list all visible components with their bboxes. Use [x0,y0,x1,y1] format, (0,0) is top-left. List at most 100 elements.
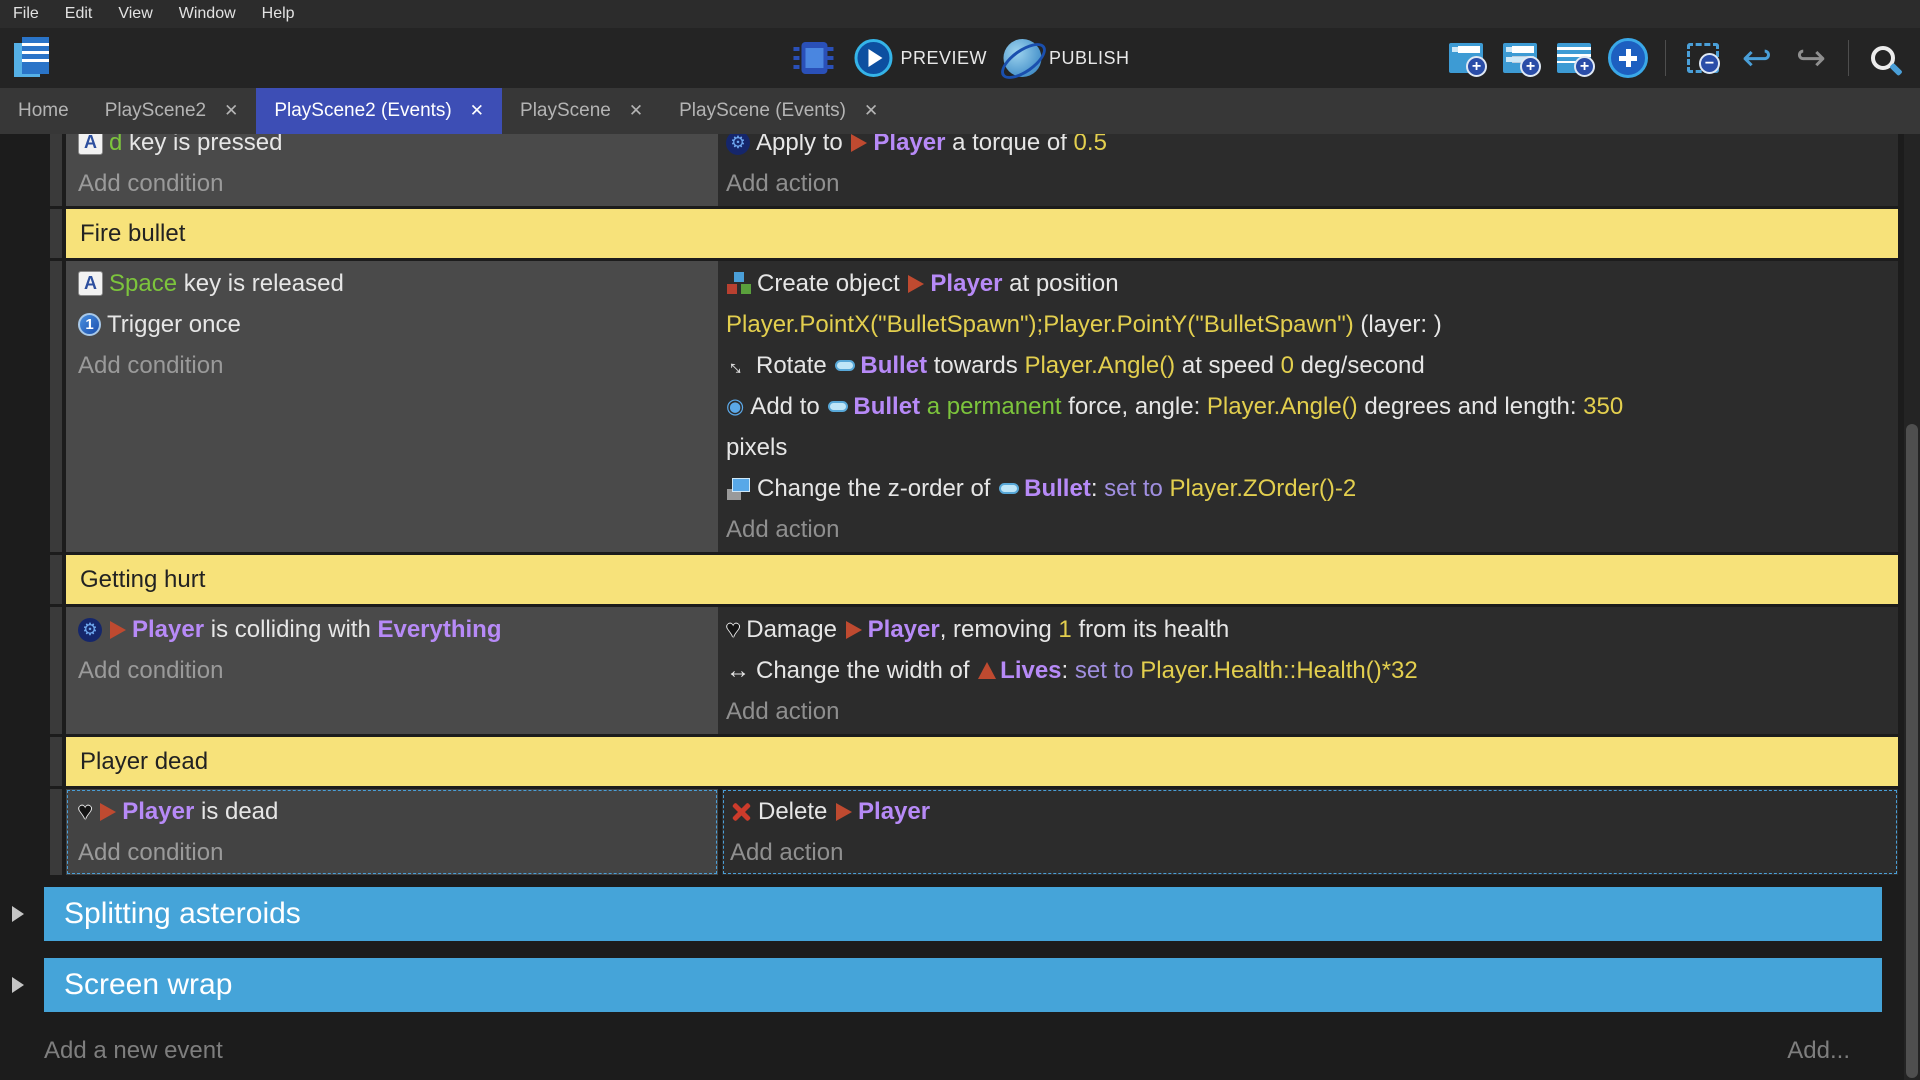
action-line[interactable]: Delete Player [730,791,1890,832]
add-action-button[interactable]: Add action [726,163,1890,204]
menu-item-file[interactable]: File [0,5,52,23]
action-line[interactable]: Change the width of Lives: set to Player… [726,650,1890,691]
close-icon[interactable]: ✕ [470,101,484,121]
tab-home[interactable]: Home [0,88,87,134]
add-sub-event-button[interactable]: + [1496,34,1544,82]
action-line[interactable]: Change the z-order of Bullet: set to Pla… [726,468,1890,509]
event-drag-handle[interactable] [50,209,62,258]
text-segment: Player [868,616,940,644]
comment-bar[interactable]: Getting hurt [66,555,1898,604]
add-condition-button[interactable]: Add condition [78,832,710,873]
text-segment: is colliding with [204,616,377,644]
publish-label: PUBLISH [1049,48,1130,69]
plus-badge-icon: + [1466,56,1487,77]
action-line[interactable]: Rotate Bullet towards Player.Angle() at … [726,345,1890,386]
debug-button[interactable] [790,34,838,82]
undo-button[interactable]: ↩ [1733,34,1781,82]
player-ship-icon [846,621,862,639]
text-segment: at speed [1175,352,1280,380]
force-icon [726,394,744,419]
scrollbar-thumb[interactable] [1906,424,1918,1078]
tab-label: PlayScene (Events) [679,100,846,122]
condition-line[interactable]: Space key is released [78,263,710,304]
add-action-button[interactable]: Add action [726,691,1890,732]
trigger-once-icon [78,313,101,336]
action-line[interactable]: Add to Bullet a permanent force, angle: … [726,386,1890,427]
search-button[interactable] [1862,34,1910,82]
condition-line[interactable]: Trigger once [78,304,710,345]
event-drag-handle[interactable] [50,261,62,552]
add-new-event-button[interactable]: Add a new event [44,1037,223,1065]
add-action-button[interactable]: Add action [730,832,1890,873]
event-drag-handle[interactable] [50,737,62,786]
text-segment: Player.Angle() [1024,352,1175,380]
action-line[interactable]: Create object Player at position [726,263,1890,304]
delete-icon [730,801,752,823]
action-line[interactable]: pixels [726,427,1890,468]
menu-item-edit[interactable]: Edit [52,5,106,23]
project-manager-button[interactable] [10,34,58,82]
close-icon[interactable]: ✕ [629,101,643,121]
event-drag-handle[interactable] [50,134,62,206]
add-button[interactable]: Add... [1787,1037,1850,1065]
actions-cell: Delete PlayerAdd action [722,789,1898,875]
condition-line[interactable]: Player is colliding with Everything [78,609,710,650]
publish-button[interactable]: PUBLISH [1003,39,1130,77]
actions-cell: Damage Player, removing 1 from its healt… [718,607,1898,734]
action-line[interactable]: Damage Player, removing 1 from its healt… [726,609,1890,650]
text-segment: Create object [757,270,906,298]
heart-icon [78,798,92,826]
text-segment: 350 [1583,393,1623,421]
redo-button[interactable]: ↪ [1787,34,1835,82]
add-condition-button[interactable]: Add condition [78,345,710,386]
comment-bar[interactable]: Fire bullet [66,209,1898,258]
comment-bar[interactable]: Player dead [66,737,1898,786]
close-icon[interactable]: ✕ [864,101,878,121]
add-condition-button[interactable]: Add condition [78,650,710,691]
text-segment: d [109,134,122,157]
condition-line[interactable]: Player is dead [78,791,710,832]
conditions-cell: Space key is releasedTrigger onceAdd con… [66,261,718,552]
event-drag-handle[interactable] [50,607,62,734]
tab-playscene-events[interactable]: PlayScene (Events) ✕ [661,88,896,134]
tab-playscene2-events[interactable]: PlayScene2 (Events) ✕ [256,88,502,134]
event-drag-handle[interactable] [50,555,62,604]
event-row: Player is deadAdd condition Delete Player… [50,789,1898,875]
heart-icon [726,616,740,644]
vertical-scrollbar[interactable] [1904,134,1920,1080]
condition-line[interactable]: d key is pressed [78,134,710,163]
tab-playscene[interactable]: PlayScene ✕ [502,88,661,134]
collapse-arrow-icon[interactable] [12,906,24,922]
add-condition-button[interactable]: Add condition [78,163,710,204]
text-segment: Player.Angle() [1207,393,1358,421]
menu-item-help[interactable]: Help [249,5,308,23]
menu-item-window[interactable]: Window [166,5,249,23]
z-order-icon [726,477,751,501]
preview-button[interactable]: PREVIEW [854,39,987,77]
undo-icon: ↩ [1742,40,1772,76]
event-group-bar[interactable]: Splitting asteroids [44,887,1882,941]
main-toolbar: PREVIEW PUBLISH + + + − [0,28,1920,88]
collapse-arrow-icon[interactable] [12,977,24,993]
delete-selection-button[interactable]: − [1679,34,1727,82]
add-comment-button[interactable]: + [1550,34,1598,82]
action-line[interactable]: Apply to Player a torque of 0.5 [726,134,1890,163]
group-row: Screen wrap [12,958,1882,1012]
tab-playscene2[interactable]: PlayScene2 ✕ [87,88,257,134]
add-action-button[interactable]: Add action [726,509,1890,550]
debug-icon [801,42,827,74]
close-icon[interactable]: ✕ [224,101,238,121]
event-drag-handle[interactable] [50,789,62,875]
action-line[interactable]: Player.PointX("BulletSpawn");Player.Poin… [726,304,1890,345]
menu-item-view[interactable]: View [105,5,165,23]
toolbar-separator [1665,40,1666,76]
text-segment: Add to [750,393,826,421]
text-segment: Space [109,270,177,298]
events-rows: d key is pressedAdd conditionApply to Pl… [0,134,1904,1028]
add-new-button[interactable] [1604,34,1652,82]
add-event-button[interactable]: + [1442,34,1490,82]
text-segment: Apply to [756,134,849,157]
text-segment: Player.ZOrder()-2 [1170,475,1357,503]
text-segment: Change the z-order of [757,475,997,503]
event-group-bar[interactable]: Screen wrap [44,958,1882,1012]
